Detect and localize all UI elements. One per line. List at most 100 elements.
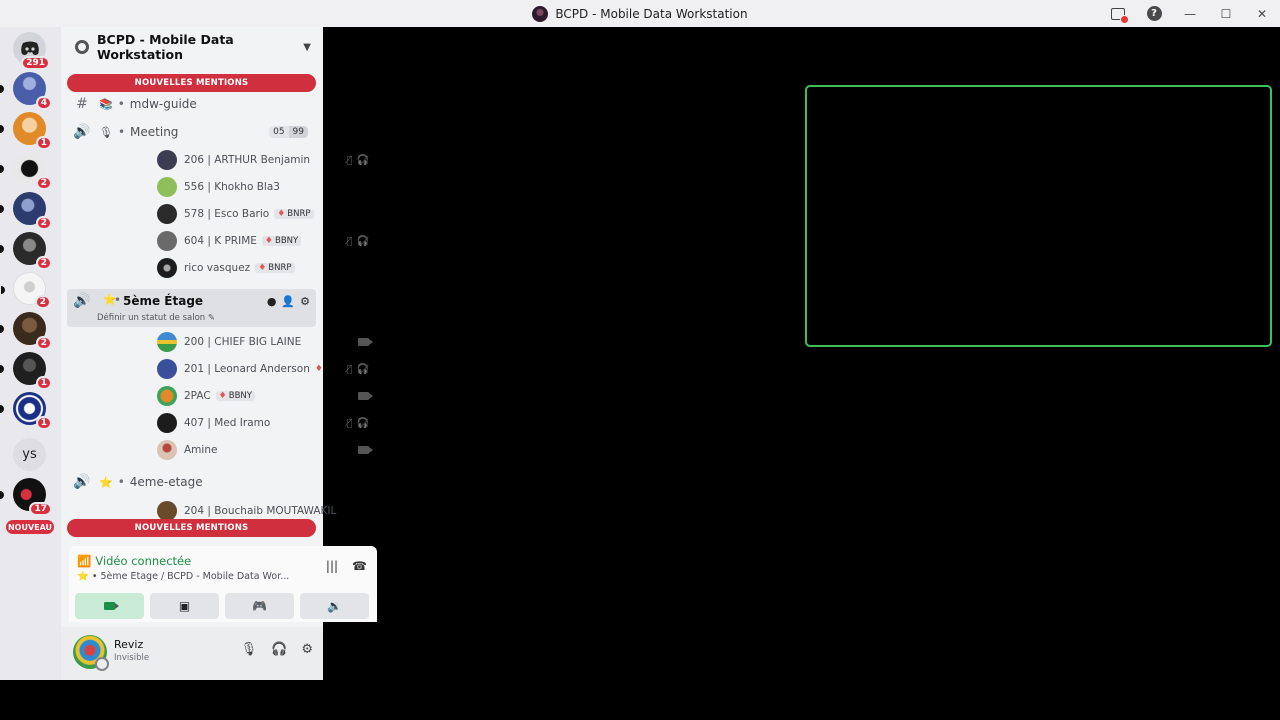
voice-user-name: 2PAC: [184, 390, 211, 402]
guild-header[interactable]: BCPD - Mobile Data Workstation ▼: [61, 27, 323, 67]
voice-user-name: rico vasquez: [184, 262, 251, 274]
voice-user[interactable]: 201 | Leonard Anderson ♦ 🎙̸ 🎧̸: [157, 357, 375, 381]
channel-name: 5ème Étage: [123, 294, 204, 308]
mic-muted-icon: 🎙̸: [346, 154, 353, 166]
server-rail: 291 4 1 2 2 2 2 2 1 1 ys 17 NOUVEAU: [0, 27, 61, 680]
channel-separator: •: [117, 475, 125, 489]
voice-user[interactable]: 200 | CHIEF BIG LAINE: [157, 330, 375, 354]
chat-bubble-icon[interactable]: ●: [267, 295, 277, 308]
new-servers-pill[interactable]: NOUVEAU: [6, 520, 54, 534]
server-icon[interactable]: 2: [1, 272, 51, 309]
camera-icon: [358, 446, 373, 454]
voice-user[interactable]: 604 | K PRIME ♦ BBNY 🎙̸ 🎧̸: [157, 229, 375, 253]
camera-icon: [104, 602, 119, 610]
voice-channel-path-text: 5ème Étage / BCPD - Mobile Data Wor...: [100, 571, 290, 582]
mention-badge: 2: [35, 176, 52, 190]
help-button[interactable]: ?: [1136, 0, 1172, 27]
guild-tag: ♦: [315, 364, 323, 374]
gear-icon[interactable]: ⚙: [300, 295, 310, 308]
voice-status[interactable]: 📶 Vidéo connectée: [77, 554, 191, 568]
server-icon[interactable]: 1: [0, 352, 52, 390]
inbox-button[interactable]: [1100, 0, 1136, 27]
voice-user[interactable]: 2PAC ♦ BBNY: [157, 384, 375, 408]
speaker-icon: 🔊: [73, 293, 91, 309]
mention-badge: 2: [35, 216, 52, 230]
voice-user-name: Amine: [184, 444, 218, 456]
channel-mdw-guide[interactable]: # 📚 • mdw-guide: [67, 94, 316, 114]
voice-user[interactable]: 556 | Khokho Bla3: [157, 175, 375, 199]
voice-user[interactable]: 407 | Med Iramo 🎙̸ 🎧̸: [157, 411, 375, 435]
new-mentions-bar-bottom[interactable]: NOUVELLES MENTIONS: [67, 519, 316, 537]
server-icon[interactable]: 2: [0, 192, 52, 230]
disconnect-icon[interactable]: ☎: [352, 559, 367, 573]
headset-deafened-icon: 🎧̸: [356, 235, 369, 247]
user-name[interactable]: Reviz: [114, 638, 143, 651]
maximize-button[interactable]: ☐: [1208, 0, 1244, 27]
avatar: [157, 258, 177, 278]
voice-user[interactable]: Amine: [157, 438, 375, 462]
soundboard-icon: 🔉: [327, 599, 342, 613]
invite-user-icon[interactable]: 👤: [281, 295, 295, 308]
channel-actions: ● 👤 ⚙: [267, 295, 310, 308]
new-mentions-bar-top[interactable]: NOUVELLES MENTIONS: [67, 74, 316, 92]
channel-status-text: Définir un statut de salon: [97, 313, 206, 323]
mention-badge: 17: [29, 502, 52, 516]
discord-home-button[interactable]: 291: [13, 32, 50, 70]
speaker-icon: 🔊: [73, 474, 91, 490]
server-icon[interactable]: 2: [0, 232, 52, 270]
server-icon[interactable]: 1: [0, 392, 52, 430]
gear-icon[interactable]: ⚙: [301, 642, 313, 657]
server-icon[interactable]: 2: [0, 152, 52, 190]
screen-share-button[interactable]: ▣: [150, 593, 219, 619]
window-title: BCPD - Mobile Data Workstation: [532, 5, 748, 22]
mention-badge: 4: [35, 96, 52, 110]
server-icon[interactable]: 4: [0, 72, 52, 110]
avatar: [157, 501, 177, 521]
avatar: [157, 332, 177, 352]
guild-gear-icon: [75, 40, 89, 54]
user-controls: 🎙 🎧 ⚙: [241, 642, 313, 657]
server-icon[interactable]: 1: [0, 112, 52, 150]
voice-state-icons: [358, 446, 373, 454]
voice-channel-path[interactable]: ⭐ • 5ème Étage / BCPD - Mobile Data Wor.…: [77, 571, 307, 582]
channel-4eme-etage[interactable]: 🔊 ⭐ • 4eme-etage: [67, 472, 316, 492]
voice-user[interactable]: 578 | Esco Bario ♦ BNRP: [157, 202, 375, 226]
channel-name: Meeting: [130, 125, 179, 139]
title-bar: BCPD - Mobile Data Workstation ? — ☐ ✕: [0, 0, 1280, 27]
noise-suppression-icon[interactable]: |||: [326, 559, 338, 573]
guild-tag: ♦ BNRP: [255, 263, 295, 273]
headphones-icon[interactable]: 🎧: [271, 642, 287, 657]
channel-name: 4eme-etage: [129, 475, 203, 489]
pencil-icon: ✎: [207, 313, 216, 323]
minimize-button[interactable]: —: [1172, 0, 1208, 27]
voice-user[interactable]: 206 | ARTHUR Benjamin 🎙̸ 🎧̸: [157, 148, 375, 172]
channel-meeting[interactable]: 🔊 🎙 • Meeting 05 99: [67, 122, 316, 142]
camera-icon: [358, 392, 373, 400]
tag-icon: ♦: [258, 263, 267, 273]
app-window: BCPD - Mobile Data Workstation ? — ☐ ✕ 2…: [0, 0, 1280, 720]
server-icon[interactable]: 17: [0, 478, 52, 516]
avatar: [157, 150, 177, 170]
mic-emoji-icon: 🎙: [99, 125, 113, 139]
channel-status-prompt[interactable]: Définir un statut de salon ✎: [97, 313, 215, 323]
camera-toggle-button[interactable]: [75, 593, 144, 619]
server-icon[interactable]: 2: [0, 312, 52, 350]
channel-sidebar: BCPD - Mobile Data Workstation ▼ NOUVELL…: [61, 27, 377, 680]
guild-tag-text: BNRP: [287, 209, 311, 219]
star-emoji-icon: ⭐: [99, 475, 113, 489]
user-avatar[interactable]: [73, 635, 109, 671]
microphone-icon[interactable]: 🎙: [241, 642, 258, 657]
voice-user[interactable]: rico vasquez ♦ BNRP: [157, 256, 375, 280]
voice-user-name: 604 | K PRIME: [184, 235, 257, 247]
activity-button[interactable]: 🎮: [225, 593, 294, 619]
channel-5eme-etage[interactable]: 🔊 ⭐ • 5ème Étage Définir un statut de sa…: [67, 289, 316, 327]
mention-badge: 1: [35, 136, 52, 150]
user-status: Invisible: [114, 653, 150, 663]
headset-deafened-icon: 🎧̸: [356, 154, 369, 166]
soundboard-button[interactable]: 🔉: [300, 593, 369, 619]
avatar: [157, 386, 177, 406]
video-stream-tile[interactable]: [805, 85, 1272, 347]
channel-separator: •: [117, 125, 126, 139]
close-button[interactable]: ✕: [1244, 0, 1280, 27]
server-icon-text[interactable]: ys: [13, 438, 46, 471]
